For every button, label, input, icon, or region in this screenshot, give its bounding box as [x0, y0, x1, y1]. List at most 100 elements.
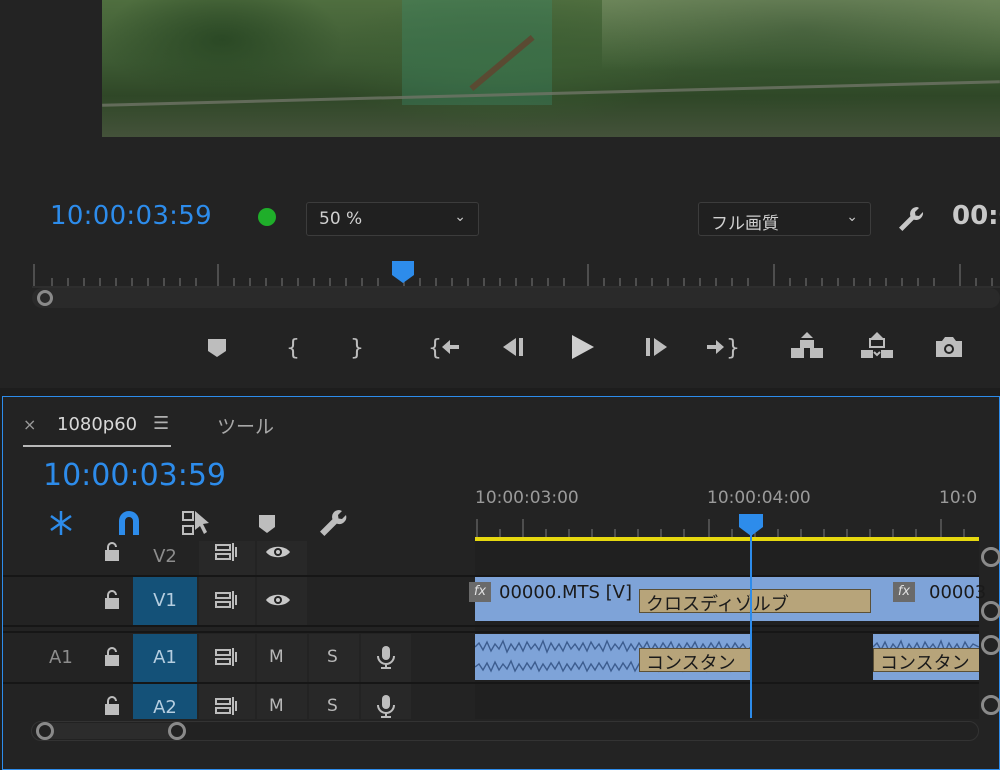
duration-timecode[interactable]: 00:0 — [952, 201, 1000, 231]
chevron-down-icon: ⌄ — [454, 209, 466, 225]
track-scroll-handle[interactable] — [981, 695, 1000, 715]
source-track-a1[interactable]: A1 — [49, 647, 73, 668]
track-target-v1[interactable]: V1 — [133, 577, 197, 625]
tab-menu-icon[interactable]: ☰ — [153, 413, 169, 434]
ruler-label: 10:00:04:00 — [707, 488, 811, 508]
linked-selection-button[interactable] — [181, 507, 213, 539]
mute-button[interactable]: M — [269, 696, 284, 716]
clip-name: 00000.MTS [V] — [499, 582, 633, 603]
timeline-settings-button[interactable] — [317, 507, 349, 539]
lift-button[interactable] — [790, 330, 824, 364]
scrollbar-left-handle[interactable] — [36, 722, 54, 740]
tab-sequence[interactable]: 1080p60 — [57, 414, 137, 435]
video-preview[interactable] — [102, 0, 1000, 137]
quality-value: フル画質 — [711, 214, 779, 234]
timeline-horizontal-scrollbar[interactable] — [31, 721, 979, 741]
add-marker-icon — [208, 339, 226, 357]
monitor-playhead[interactable] — [392, 261, 414, 283]
snap-button[interactable] — [113, 507, 145, 539]
timeline-playhead-line[interactable] — [750, 535, 752, 718]
timeline-tab-bar: × 1080p60 ☰ ツール — [3, 397, 999, 447]
monitor-time-ruler[interactable] — [32, 262, 1000, 288]
extract-button[interactable] — [860, 330, 894, 364]
sync-lock-icon[interactable] — [213, 644, 239, 670]
go-to-in-icon: { — [428, 336, 459, 361]
timeline-timecode[interactable]: 10:00:03:59 — [43, 458, 226, 493]
scrollbar-left-handle[interactable] — [37, 290, 53, 306]
video-clip[interactable]: fx 00000.MTS [V] クロスディゾルブ fx 00003 — [469, 577, 986, 621]
zoom-level-select[interactable]: 50 % ⌄ — [306, 202, 479, 236]
track-scroll-handle[interactable] — [981, 547, 1000, 567]
lock-icon[interactable] — [99, 693, 125, 719]
close-tab-icon[interactable]: × — [23, 415, 36, 434]
eye-icon[interactable] — [265, 539, 291, 565]
program-timecode[interactable]: 10:00:03:59 — [50, 201, 212, 231]
svg-text:{: { — [428, 336, 442, 361]
track-header-a1: A1 A1 M S — [3, 634, 475, 682]
add-marker-button[interactable] — [200, 330, 234, 364]
lock-icon[interactable] — [99, 539, 125, 565]
marker-icon — [259, 515, 275, 533]
monitor-zoom-scrollbar[interactable] — [32, 288, 1000, 308]
solo-button[interactable]: S — [327, 696, 338, 716]
settings-wrench-icon[interactable] — [895, 204, 925, 234]
audio-clip[interactable]: コンスタン — [475, 634, 751, 680]
add-marker-timeline-button[interactable] — [251, 507, 283, 539]
sync-lock-icon[interactable] — [213, 587, 239, 613]
fx-badge: fx — [893, 582, 915, 602]
lock-icon[interactable] — [99, 587, 125, 613]
track-scroll-handle[interactable] — [981, 635, 1000, 655]
track-target-a2[interactable]: A2 — [133, 684, 197, 719]
track-header-v1: V1 — [3, 577, 475, 625]
status-indicator-dot — [258, 208, 276, 226]
zoom-level-value: 50 % — [319, 209, 363, 229]
lift-icon — [791, 332, 823, 358]
mark-in-button[interactable]: { — [274, 330, 308, 364]
tracks-area[interactable] — [475, 541, 979, 719]
svg-text:}: } — [350, 336, 364, 361]
solo-button[interactable]: S — [327, 647, 338, 667]
magnet-icon — [119, 511, 139, 535]
track-header-a2: A2 M S — [3, 684, 475, 719]
svg-text:{: { — [286, 336, 300, 361]
linked-selection-icon — [182, 511, 209, 535]
ruler-label: 10:0 — [939, 488, 978, 508]
step-back-button[interactable] — [498, 330, 532, 364]
eye-icon[interactable] — [265, 587, 291, 613]
sync-lock-icon[interactable] — [213, 539, 239, 565]
ruler-label: 10:00:03:00 — [475, 488, 579, 508]
track-header-v2: V2 — [3, 541, 475, 575]
step-back-icon — [503, 338, 523, 356]
timeline-time-ruler[interactable] — [475, 515, 979, 537]
mute-button[interactable]: M — [269, 647, 284, 667]
go-to-out-button[interactable]: } — [704, 330, 740, 364]
track-target-v2[interactable]: V2 — [133, 546, 197, 567]
export-frame-button[interactable] — [932, 330, 966, 364]
playback-quality-select[interactable]: フル画質 ⌄ — [698, 202, 871, 236]
cross-dissolve-transition[interactable]: クロスディゾルブ — [639, 589, 871, 613]
step-forward-button[interactable] — [638, 330, 672, 364]
lock-icon[interactable] — [99, 644, 125, 670]
scrollbar-right-handle[interactable] — [168, 722, 186, 740]
camera-icon — [936, 337, 962, 357]
tab-tools[interactable]: ツール — [217, 412, 274, 439]
microphone-icon[interactable] — [373, 644, 399, 670]
microphone-icon[interactable] — [373, 693, 399, 719]
wrench-icon — [320, 510, 347, 536]
timeline-playhead-handle[interactable] — [739, 514, 763, 536]
nest-sequence-button[interactable] — [45, 507, 77, 539]
play-icon — [572, 335, 594, 359]
track-scroll-handle[interactable] — [981, 601, 1000, 621]
audio-clip[interactable]: コンスタン — [873, 634, 979, 680]
track-target-a1[interactable]: A1 — [133, 634, 197, 682]
step-forward-icon — [646, 338, 667, 356]
scrollbar-thumb[interactable] — [36, 723, 186, 739]
sync-lock-icon[interactable] — [213, 693, 239, 719]
program-monitor: 10:00:03:59 50 % ⌄ フル画質 ⌄ 00:0 — [0, 0, 1000, 388]
constant-power-transition[interactable]: コンスタン — [873, 648, 979, 672]
mark-out-button[interactable]: } — [338, 330, 372, 364]
go-to-in-button[interactable]: { — [428, 330, 462, 364]
constant-power-transition[interactable]: コンスタン — [639, 648, 751, 672]
fx-badge: fx — [469, 582, 491, 602]
play-button[interactable] — [566, 330, 600, 364]
